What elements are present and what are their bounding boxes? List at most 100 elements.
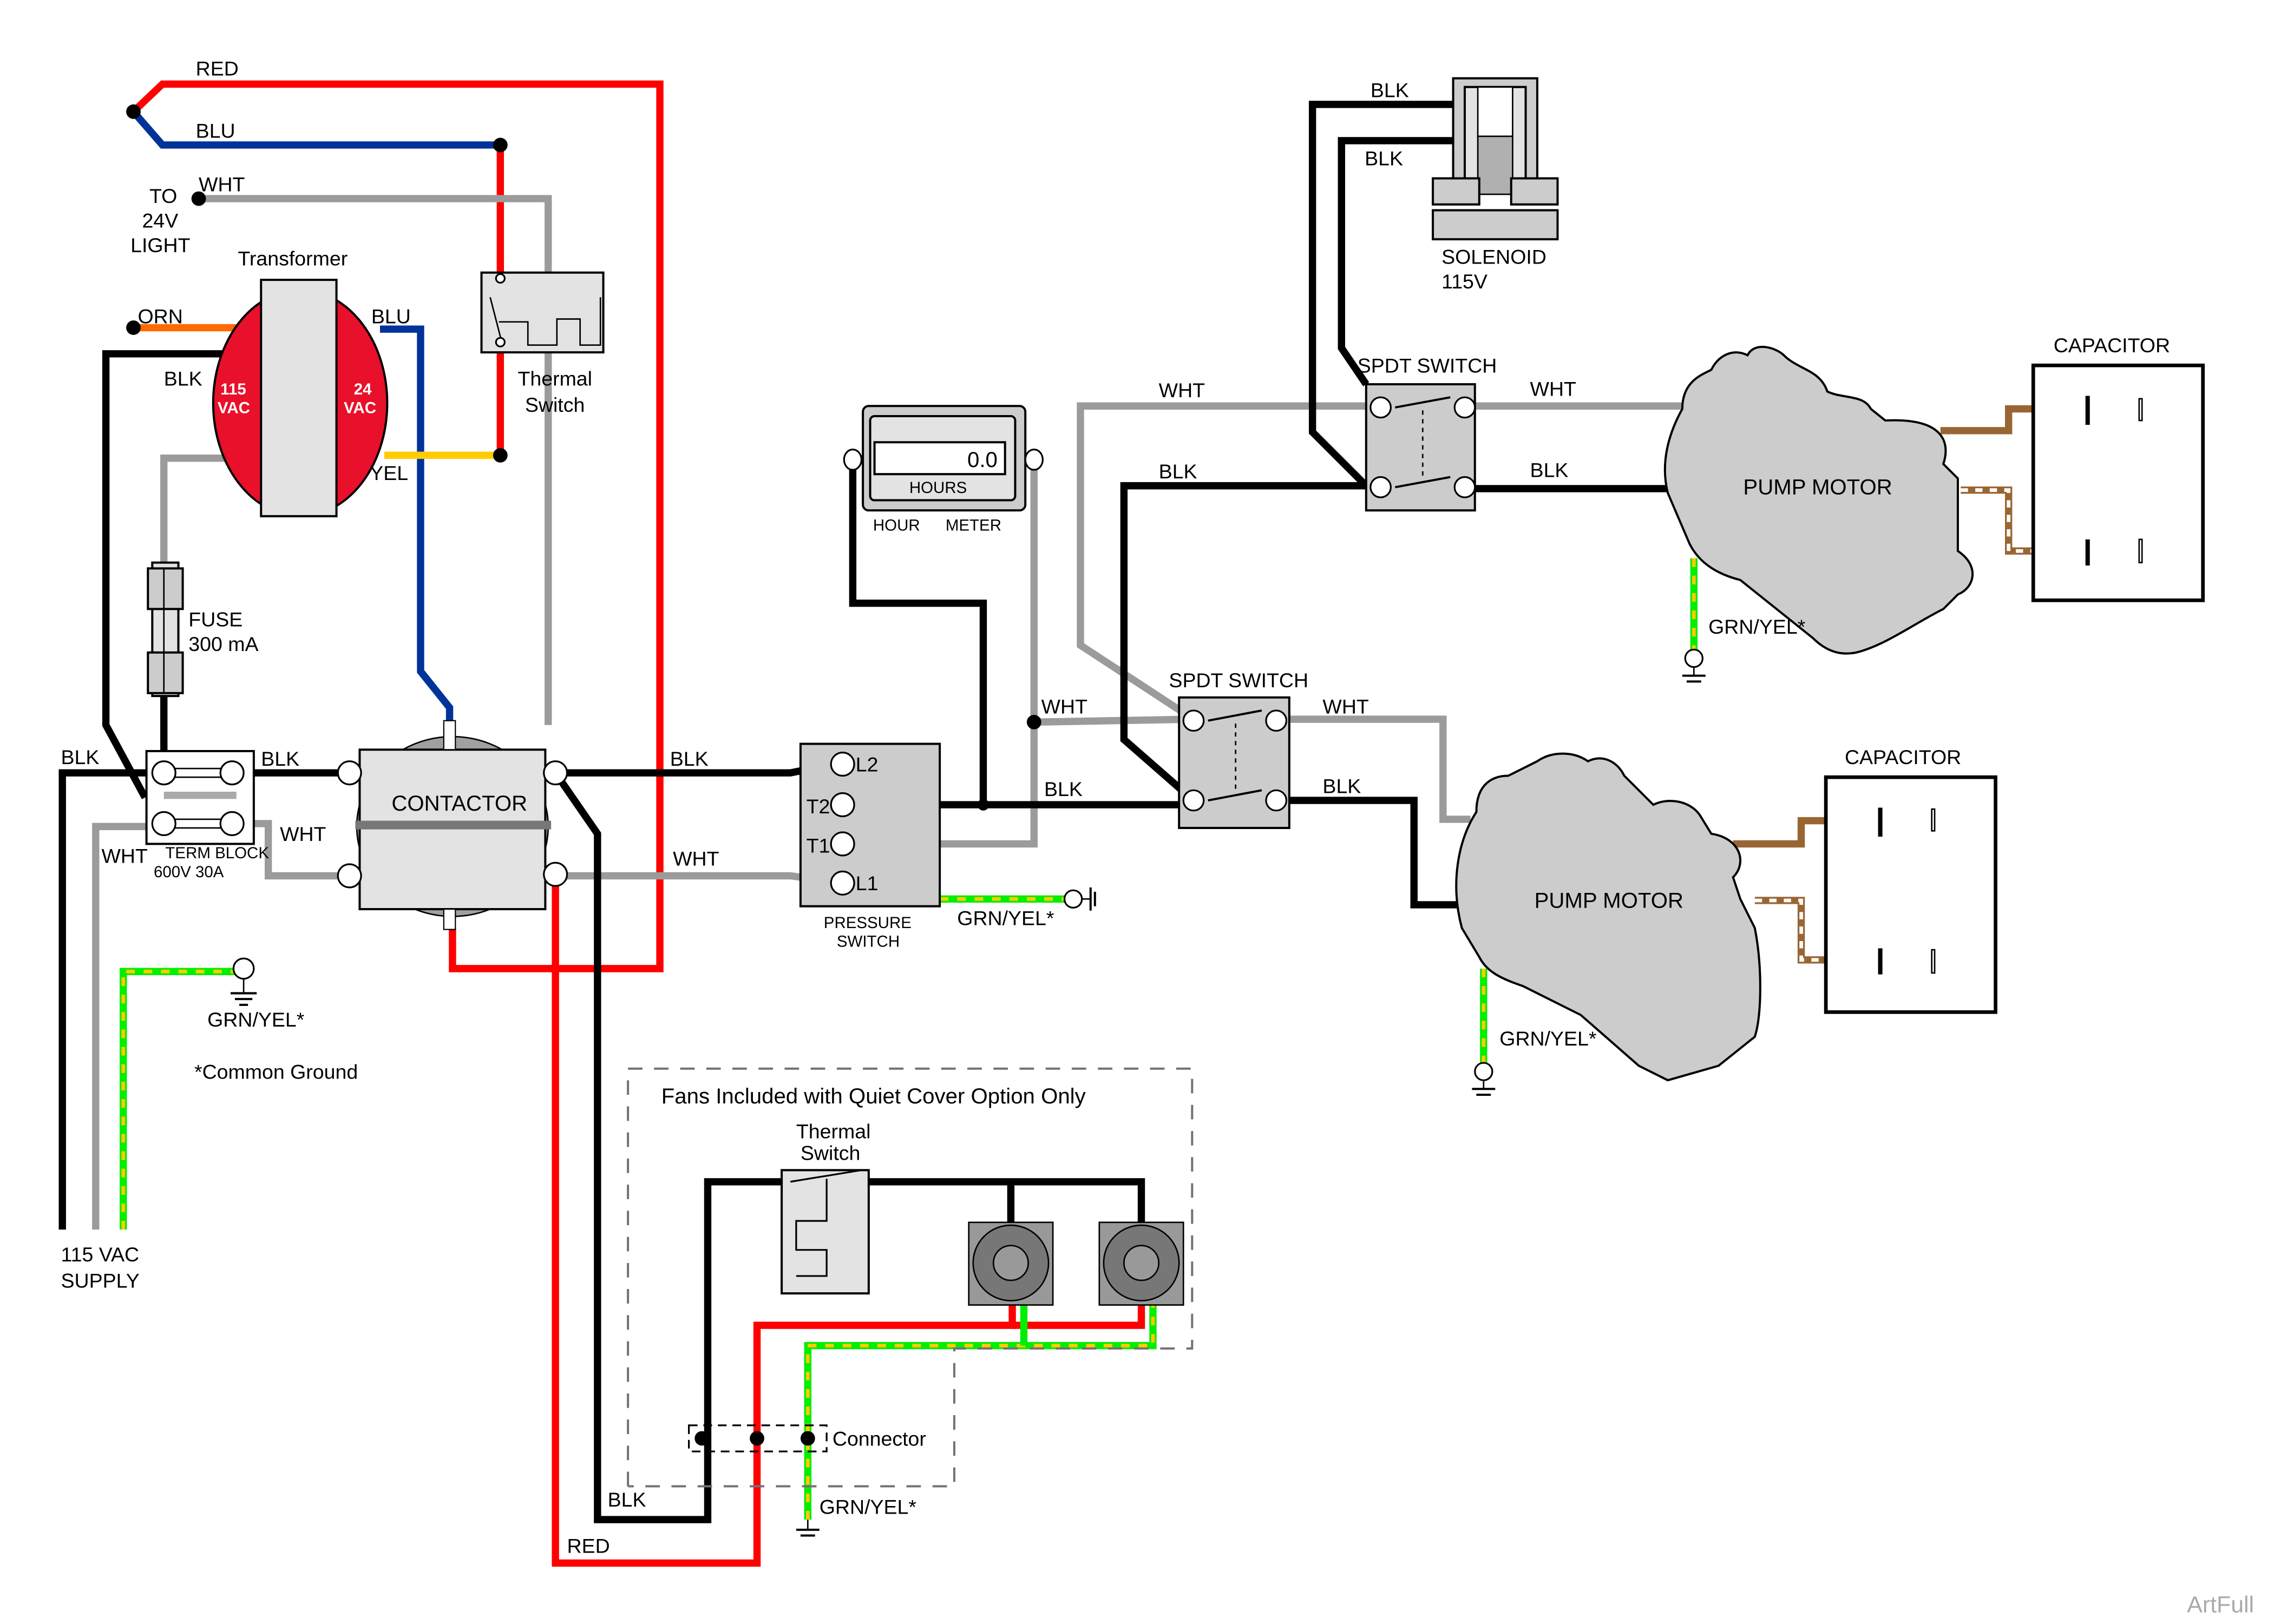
ground-icon bbox=[230, 957, 257, 1006]
ground-icon bbox=[796, 1520, 820, 1537]
thermal-switch-label: Switch bbox=[525, 393, 585, 416]
ground-label: GRN/YEL* bbox=[820, 1495, 916, 1518]
spdt-switch-label: SPDT SWITCH bbox=[1169, 669, 1308, 692]
wire-label: ORN bbox=[138, 305, 183, 328]
white-wire-junction-spdt bbox=[1034, 715, 1194, 726]
capacitor-label: CAPACITOR bbox=[1845, 746, 1961, 768]
white-wire-supply bbox=[92, 823, 164, 1230]
connector-label: Connector bbox=[833, 1427, 926, 1450]
wire-label: BLK bbox=[261, 747, 299, 770]
wire-label: WHT bbox=[102, 844, 148, 867]
wire-label: RED bbox=[196, 57, 239, 80]
capacitor-bottom: CAPACITOR bbox=[1824, 746, 1997, 1014]
pump-motor-label: PUMP MOTOR bbox=[1743, 475, 1892, 499]
footnote: *Common Ground bbox=[194, 1061, 358, 1083]
white-wire-spdt2-motor bbox=[1276, 715, 1471, 823]
wire-label: BLK bbox=[1371, 79, 1409, 102]
contactor: CONTACTOR bbox=[337, 720, 568, 930]
wire-label: BLK bbox=[608, 1488, 646, 1511]
hour-meter-reading: 0.0 bbox=[967, 448, 998, 472]
fuse-rating: 300 mA bbox=[188, 633, 258, 655]
term-block-label: TERM BLOCK bbox=[165, 844, 269, 862]
term-block-rating: 600V 30A bbox=[154, 863, 224, 881]
light-label: TO bbox=[149, 185, 177, 207]
wire-label: BLK bbox=[1159, 460, 1197, 483]
blue-wire-contactor bbox=[379, 325, 454, 725]
supply-label: SUPPLY bbox=[61, 1269, 140, 1292]
wire-label: WHT bbox=[1041, 695, 1087, 718]
wire-label: BLK bbox=[670, 747, 709, 770]
hour-meter-unit: HOURS bbox=[909, 479, 967, 497]
ground-label: GRN/YEL* bbox=[957, 906, 1054, 929]
wire-label: BLK bbox=[1044, 778, 1083, 800]
wire-label: WHT bbox=[1159, 379, 1205, 402]
solenoid: SOLENOID 115V bbox=[1432, 77, 1559, 293]
hour-meter: 0.0 HOURS HOUR METER bbox=[843, 405, 1044, 535]
ground-icon bbox=[1682, 648, 1706, 683]
terminal-label-t1: T1 bbox=[807, 834, 830, 857]
light-label: 24V bbox=[142, 209, 179, 232]
fan-option-box: Fans Included with Quiet Cover Option On… bbox=[627, 1067, 1194, 1488]
transformer-title: Transformer bbox=[238, 247, 348, 269]
black-wire-contactor-fans bbox=[552, 771, 783, 1523]
fan-option-title: Fans Included with Quiet Cover Option On… bbox=[661, 1084, 1086, 1108]
terminal-label-t2: T2 bbox=[807, 795, 830, 818]
pressure-switch: L2 T2 T1 L1 PRESSURE SWITCH bbox=[799, 742, 941, 951]
black-wire-spdt2-motor bbox=[1276, 797, 1458, 909]
pressure-switch-label: SWITCH bbox=[837, 933, 900, 951]
spdt-switch-label: SPDT SWITCH bbox=[1358, 354, 1497, 377]
fan-icon bbox=[968, 1221, 1054, 1306]
terminal-screw bbox=[219, 760, 245, 786]
wire-label: RED bbox=[567, 1535, 610, 1557]
ground-icon bbox=[1063, 887, 1096, 911]
light-label: LIGHT bbox=[130, 234, 191, 257]
wire-label: BLK bbox=[164, 367, 202, 390]
black-wire-solenoid-2 bbox=[1338, 137, 1453, 386]
wire-label: BLK bbox=[1365, 147, 1403, 169]
terminal-screw bbox=[543, 862, 568, 887]
pump-motor-top: PUMP MOTOR bbox=[1663, 346, 1974, 655]
wire-label: BLU bbox=[196, 120, 235, 142]
transformer: 115 VAC 24 VAC Transformer bbox=[212, 247, 389, 517]
ground-label: GRN/YEL* bbox=[1708, 615, 1805, 638]
transformer-secondary-label: VAC bbox=[344, 399, 376, 417]
terminal-screw bbox=[151, 760, 176, 786]
transformer-secondary-label: 24 bbox=[354, 380, 372, 398]
capacitor-label: CAPACITOR bbox=[2054, 334, 2170, 357]
wire-label: BLU bbox=[371, 305, 411, 328]
spdt-switch-bottom: SPDT SWITCH bbox=[1169, 669, 1308, 829]
junction-dot bbox=[493, 448, 508, 463]
terminal-screw bbox=[337, 760, 362, 786]
pump-motor-label: PUMP MOTOR bbox=[1535, 888, 1683, 912]
junction-dot bbox=[1026, 714, 1041, 729]
capacitor-top: CAPACITOR bbox=[2031, 334, 2205, 602]
junction-dot bbox=[126, 104, 141, 119]
blue-wire-top bbox=[130, 109, 501, 149]
ground-label: GRN/YEL* bbox=[1499, 1027, 1596, 1050]
fan-thermal-switch-label: Switch bbox=[801, 1142, 860, 1165]
terminal-label-l2: L2 bbox=[856, 753, 879, 775]
junction-dot bbox=[977, 799, 989, 811]
contactor-label: CONTACTOR bbox=[391, 791, 527, 816]
wire-label: WHT bbox=[1322, 695, 1368, 718]
thermal-switch-label: Thermal bbox=[517, 367, 592, 390]
spdt-switch-top: SPDT SWITCH bbox=[1358, 354, 1497, 512]
terminal-screw bbox=[219, 811, 245, 836]
fan-icon bbox=[1098, 1221, 1184, 1306]
terminal-screw bbox=[151, 811, 176, 836]
black-wire-fan-feed bbox=[867, 1178, 1145, 1222]
ground-icon bbox=[1472, 1062, 1496, 1096]
wire-label: BLK bbox=[1530, 459, 1569, 482]
fan-thermal-switch-label: Thermal bbox=[796, 1120, 871, 1142]
transformer-primary-label: VAC bbox=[218, 399, 250, 417]
hour-meter-label: HOUR bbox=[873, 517, 920, 535]
transformer-primary-label: 115 bbox=[220, 380, 246, 398]
solenoid-label: SOLENOID bbox=[1441, 246, 1546, 268]
fuse-label: FUSE bbox=[188, 608, 243, 631]
wire-label: WHT bbox=[673, 847, 719, 870]
wiring-diagram: 115 VAC 24 VAC Transformer Thermal Switc… bbox=[58, 57, 2254, 1618]
wire-label: WHT bbox=[1530, 377, 1576, 400]
fan-thermal-switch bbox=[781, 1169, 870, 1295]
hour-meter-label: METER bbox=[946, 517, 1001, 535]
fuse: FUSE 300 mA bbox=[147, 561, 259, 698]
